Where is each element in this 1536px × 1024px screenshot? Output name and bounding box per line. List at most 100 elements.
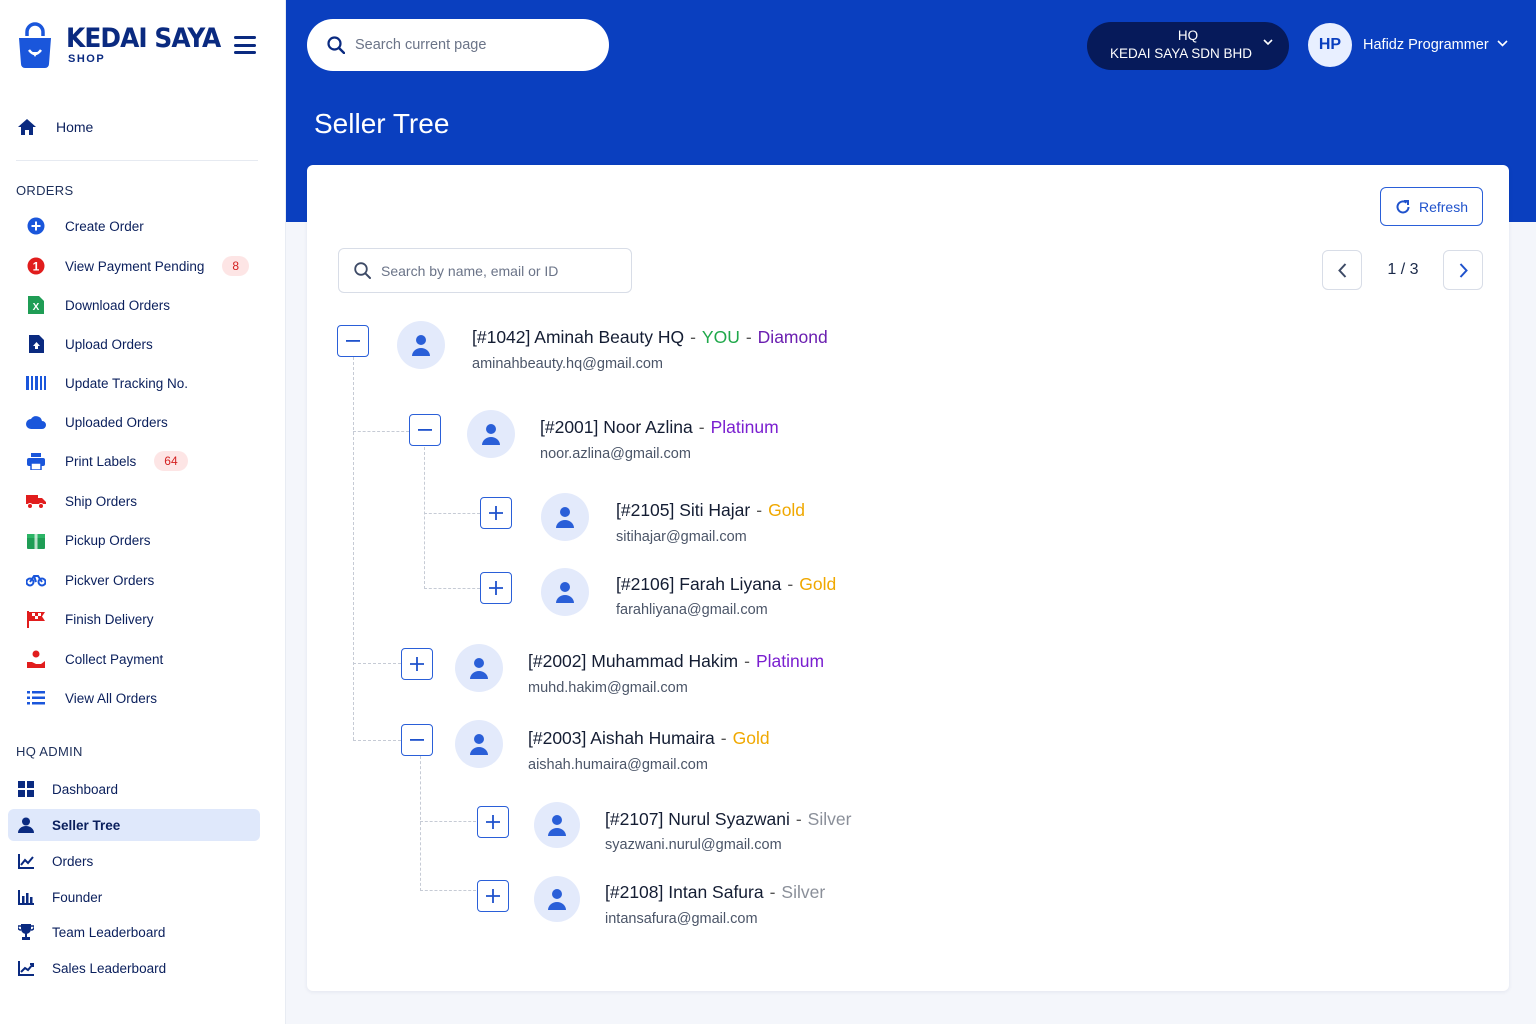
brand-logo[interactable]: KEDAI SAYA SHOP	[16, 22, 234, 68]
seller-email: syazwani.nurul@gmail.com	[605, 837, 782, 853]
tree-connector	[353, 431, 409, 432]
refresh-button[interactable]: Refresh	[1380, 187, 1483, 226]
seller-name-row[interactable]: [#2002] Muhammad Hakim - Platinum	[528, 651, 824, 672]
seller-name-row[interactable]: [#1042] Aminah Beauty HQ - YOU - Diamond	[472, 327, 828, 348]
plus-icon	[489, 581, 503, 595]
sidebar-item-finish-delivery[interactable]: Finish Delivery	[24, 604, 260, 634]
sidebar-item-sales-leaderboard[interactable]: Sales Leaderboard	[8, 952, 260, 984]
seller-email: aminahbeauty.hq@gmail.com	[472, 356, 663, 372]
sidebar-item-view-all-orders[interactable]: View All Orders	[24, 683, 260, 713]
sidebar-item-dashboard[interactable]: Dashboard	[8, 773, 260, 805]
sidebar-item-label: Founder	[52, 889, 103, 905]
seller-name: [#1042] Aminah Beauty HQ	[472, 327, 685, 347]
sidebar-item-label: Sales Leaderboard	[52, 960, 167, 976]
seller-name-row[interactable]: [#2107] Nurul Syazwani - Silver	[605, 809, 851, 830]
collapse-button[interactable]	[409, 414, 441, 446]
trend-icon	[16, 958, 36, 978]
tree-connector	[420, 756, 421, 891]
sidebar-item-seller-tree[interactable]: Seller Tree	[8, 809, 260, 841]
collapse-button[interactable]	[401, 724, 433, 756]
page-title: Seller Tree	[314, 108, 450, 139]
sidebar-item-upload-orders[interactable]: Upload Orders	[24, 329, 260, 359]
user-icon	[556, 582, 574, 603]
tree-connector	[424, 513, 480, 514]
menu-toggle-icon[interactable]	[234, 36, 256, 54]
prev-page-button[interactable]	[1322, 250, 1362, 290]
sidebar-item-label: View Payment Pending	[65, 258, 205, 274]
you-label: YOU	[701, 327, 740, 347]
expand-button[interactable]	[480, 572, 512, 604]
seller-name-row[interactable]: [#2001] Noor Azlina - Platinum	[540, 417, 779, 438]
count-badge: 8	[222, 256, 250, 276]
tier-badge: Platinum	[710, 417, 779, 437]
trophy-icon	[16, 922, 36, 942]
user-menu[interactable]: Hafidz Programmer	[1363, 37, 1489, 53]
file-upload-icon	[24, 332, 48, 356]
seller-name: [#2003] Aishah Humaira	[528, 728, 715, 748]
seller-email: farahliyana@gmail.com	[616, 602, 768, 618]
seller-email: aishah.humaira@gmail.com	[528, 757, 708, 773]
truck-icon	[24, 489, 48, 513]
top-search-bar[interactable]	[307, 19, 609, 71]
sidebar-item-label: Ship Orders	[65, 493, 138, 509]
sidebar-item-label: Team Leaderboard	[52, 924, 166, 940]
expand-button[interactable]	[401, 648, 433, 680]
seller-name-row[interactable]: [#2003] Aishah Humaira - Gold	[528, 728, 770, 749]
sidebar-item-download-orders[interactable]: X Download Orders	[24, 290, 260, 320]
excel-icon: X	[24, 293, 48, 317]
expand-button[interactable]	[480, 497, 512, 529]
sidebar-item-pickup-orders[interactable]: Pickup Orders	[24, 525, 260, 555]
sidebar-item-create-order[interactable]: Create Order	[24, 211, 260, 241]
company-name: KEDAI SAYA SDN BHD	[1109, 46, 1253, 61]
seller-email: intansafura@gmail.com	[605, 911, 758, 927]
chart-line-icon	[16, 851, 36, 871]
chevron-down-icon[interactable]	[1497, 40, 1508, 48]
sidebar-item-uploaded-orders[interactable]: Uploaded Orders	[24, 407, 260, 437]
sidebar-item-print-labels[interactable]: Print Labels 64	[24, 446, 260, 476]
sidebar-item-label: Uploaded Orders	[65, 414, 168, 430]
tier-badge: Gold	[799, 574, 837, 594]
seller-email: muhd.hakim@gmail.com	[528, 680, 688, 696]
seller-name-row[interactable]: [#2106] Farah Liyana - Gold	[616, 574, 836, 595]
seller-avatar	[534, 876, 580, 922]
brand-subtitle: SHOP	[68, 53, 106, 65]
sidebar-item-pickver-orders[interactable]: Pickver Orders	[24, 565, 260, 595]
user-icon	[16, 815, 36, 835]
sidebar-item-ship-orders[interactable]: Ship Orders	[24, 486, 260, 516]
seller-name-row[interactable]: [#2105] Siti Hajar - Gold	[616, 500, 805, 521]
sidebar-item-label: Orders	[52, 853, 94, 869]
sidebar-item-update-tracking[interactable]: Update Tracking No.	[24, 368, 260, 398]
company-selector[interactable]: HQ KEDAI SAYA SDN BHD	[1087, 22, 1289, 70]
sidebar-item-team-leaderboard[interactable]: Team Leaderboard	[8, 916, 260, 948]
printer-icon	[24, 449, 48, 473]
search-icon	[327, 36, 345, 54]
seller-name: [#2002] Muhammad Hakim	[528, 651, 739, 671]
plus-circle-icon	[24, 214, 48, 238]
seller-avatar	[467, 410, 515, 458]
plus-icon	[489, 506, 503, 520]
sidebar-item-founder[interactable]: Founder	[8, 881, 260, 913]
tree-search-bar[interactable]	[338, 248, 632, 293]
brand-name: KEDAI SAYA	[66, 23, 221, 54]
search-input[interactable]	[355, 37, 575, 53]
seller-avatar	[541, 493, 589, 541]
sidebar-item-home[interactable]: Home	[16, 112, 258, 142]
tier-badge: Silver	[807, 809, 852, 829]
sidebar-item-view-payment-pending[interactable]: 1 View Payment Pending 8	[24, 251, 260, 281]
sidebar-item-collect-payment[interactable]: Collect Payment	[24, 644, 260, 674]
chevron-right-icon	[1459, 262, 1468, 278]
tree-search-input[interactable]	[381, 262, 621, 279]
sidebar-item-orders[interactable]: Orders	[8, 845, 260, 877]
expand-button[interactable]	[477, 806, 509, 838]
avatar[interactable]: HP	[1308, 23, 1352, 67]
bar-chart-icon	[16, 887, 36, 907]
seller-name: [#2107] Nurul Syazwani	[605, 809, 790, 829]
seller-name-row[interactable]: [#2108] Intan Safura - Silver	[605, 882, 825, 903]
home-icon	[16, 116, 38, 138]
collapse-button[interactable]	[337, 325, 369, 357]
svg-text:X: X	[33, 302, 40, 313]
divider	[16, 160, 258, 161]
next-page-button[interactable]	[1443, 250, 1483, 290]
expand-button[interactable]	[477, 880, 509, 912]
tree-connector	[353, 740, 401, 741]
